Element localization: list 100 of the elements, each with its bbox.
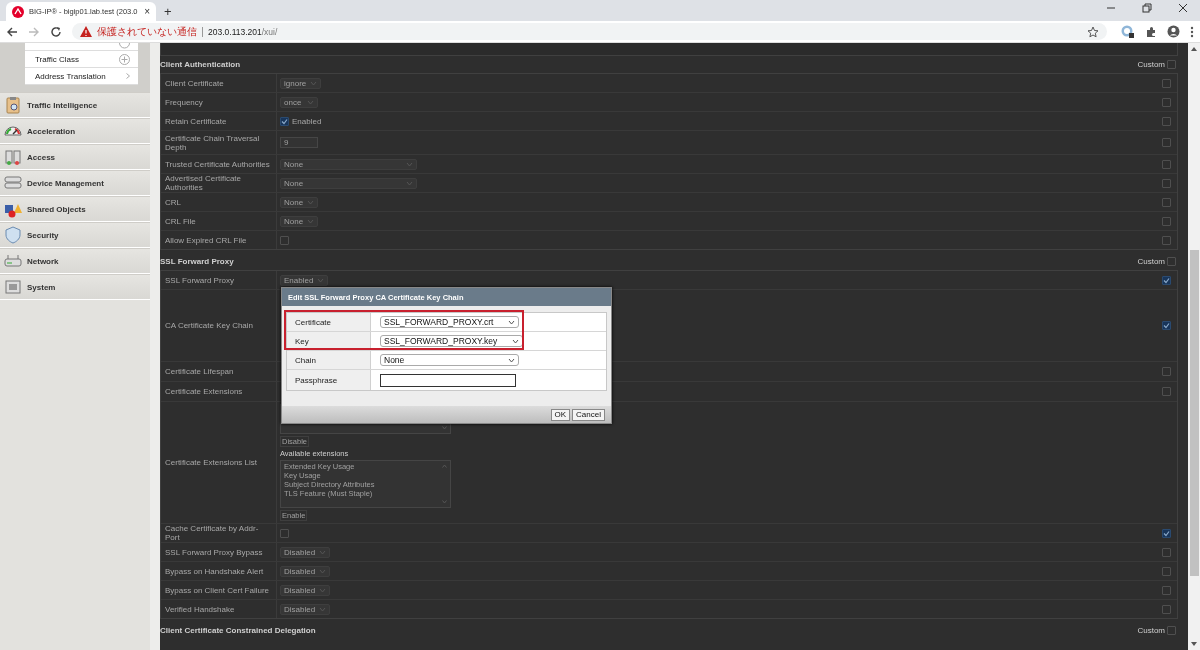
caret-icon (319, 568, 327, 574)
nav-item[interactable]: Device Management (0, 170, 150, 196)
back-icon[interactable] (6, 25, 18, 38)
custom-checkbox[interactable] (1161, 387, 1171, 396)
custom-checkbox[interactable] (1161, 97, 1171, 107)
field-label: Cache Certificate by Addr-Port (165, 524, 260, 542)
restore-icon[interactable] (1142, 3, 1152, 13)
custom-checkbox[interactable] (1161, 78, 1171, 88)
dialog-button[interactable]: Cancel (572, 408, 605, 421)
select-field[interactable]: None (280, 158, 417, 170)
field-label: Passphrase (287, 370, 371, 390)
select-field[interactable]: Disabled (280, 546, 331, 558)
close-tab-button[interactable]: × (144, 6, 150, 17)
router-icon (4, 252, 22, 270)
field-label: Certificate Chain Traversal Depth (165, 133, 261, 152)
logo-icon (12, 5, 24, 18)
scrollbar-thumb[interactable] (1189, 250, 1199, 576)
custom-checkbox[interactable] (1167, 60, 1176, 69)
section-title: SSL Forward Proxy (160, 257, 234, 266)
select-field[interactable]: None (280, 215, 319, 227)
dialog-button[interactable]: OK (550, 408, 571, 421)
custom-label: Custom (1137, 60, 1165, 69)
caret-icon (317, 277, 325, 283)
custom-label: Custom (1137, 257, 1165, 266)
custom-checkbox[interactable] (1161, 216, 1171, 226)
select-field[interactable]: SSL_FORWARD_PROXY.key (380, 335, 523, 347)
scroll-up-icon[interactable] (1191, 47, 1197, 51)
custom-checkbox[interactable] (1161, 321, 1171, 330)
custom-checkbox[interactable] (1161, 197, 1171, 207)
puzzle-icon[interactable] (1145, 25, 1157, 38)
address-bar[interactable]: 保護されていない通信 203.0.113.201/xui/ (72, 23, 1107, 40)
menu-icon[interactable] (1190, 25, 1194, 38)
field-label: Advertised Certificate Authorities (165, 174, 243, 192)
select-field[interactable]: Disabled (280, 584, 331, 596)
caret-icon (307, 199, 315, 205)
custom-checkbox[interactable] (1161, 547, 1171, 557)
custom-checkbox[interactable] (1161, 367, 1171, 376)
field-label: Allow Expired CRL File (165, 235, 247, 245)
url-text: 203.0.113.201/xui/ (208, 26, 278, 37)
forward-icon[interactable] (28, 25, 40, 38)
nav-item[interactable]: Access (0, 144, 150, 170)
custom-label: Custom (1137, 626, 1165, 635)
password-field[interactable] (380, 373, 516, 387)
select-field[interactable]: ignore (280, 77, 322, 89)
scroll-down-icon[interactable] (1191, 642, 1197, 646)
select-field[interactable]: Disabled (280, 603, 331, 615)
submenu-item[interactable]: Address Translation (25, 68, 138, 85)
caret-icon (406, 161, 413, 167)
section-title: Client Authentication (160, 60, 241, 69)
select-field[interactable]: None (280, 196, 319, 208)
custom-checkbox[interactable] (1161, 138, 1171, 147)
chevron-right-icon (126, 73, 130, 79)
checkbox[interactable] (280, 116, 289, 126)
select-field[interactable]: SSL_FORWARD_PROXY.crt (380, 316, 519, 328)
nav-item[interactable]: Security (0, 222, 150, 248)
custom-checkbox[interactable] (1161, 116, 1171, 126)
field-label: CRL File (165, 216, 196, 226)
custom-checkbox[interactable] (1161, 566, 1171, 576)
custom-checkbox[interactable] (1167, 626, 1176, 635)
shield-icon (4, 226, 22, 244)
nav-item[interactable]: Network (0, 248, 150, 274)
nav-item[interactable]: System (0, 274, 150, 300)
custom-checkbox[interactable] (1161, 178, 1171, 188)
section-title: Client Certificate Constrained Delegation (160, 626, 316, 635)
server-icon (4, 174, 22, 192)
custom-checkbox[interactable] (1161, 235, 1171, 245)
checkbox[interactable] (280, 528, 289, 538)
close-icon[interactable] (1178, 3, 1188, 13)
custom-checkbox[interactable] (1161, 528, 1171, 538)
nav-item[interactable]: Acceleration (0, 118, 150, 144)
select-field[interactable]: None (280, 177, 417, 189)
scroll-arrows-icon (442, 464, 447, 504)
warning-icon (80, 26, 92, 37)
select-field[interactable]: Disabled (280, 565, 331, 577)
new-tab-button[interactable]: + (164, 4, 172, 19)
scrollbar[interactable] (1188, 43, 1200, 650)
field-label: Client Certificate (165, 78, 224, 88)
checkbox[interactable] (280, 235, 289, 245)
caret-icon (319, 587, 327, 593)
caret-icon (406, 180, 413, 186)
caret-icon (508, 357, 515, 363)
select-field[interactable]: once (280, 96, 318, 108)
caret-icon (310, 80, 318, 86)
custom-checkbox[interactable] (1167, 257, 1176, 266)
reload-icon[interactable] (50, 25, 62, 38)
select-field[interactable]: None (380, 354, 519, 366)
field-label: Bypass on Handshake Alert (165, 566, 264, 576)
custom-checkbox[interactable] (1161, 585, 1171, 595)
profile-icon[interactable] (1167, 25, 1180, 38)
custom-checkbox[interactable] (1161, 159, 1171, 169)
custom-checkbox[interactable] (1161, 604, 1171, 614)
text-field[interactable]: 9 (280, 137, 318, 148)
field-label: Certificate Extensions List (165, 458, 258, 467)
nav-item[interactable]: Shared Objects (0, 196, 150, 222)
custom-checkbox[interactable] (1161, 275, 1171, 285)
select-field[interactable]: Enabled (280, 274, 329, 286)
extension-lock-icon[interactable] (1121, 24, 1135, 39)
submenu-item[interactable]: Traffic Class (25, 51, 138, 68)
star-icon[interactable] (1087, 25, 1099, 38)
nav-item[interactable]: Traffic Intelligence (0, 92, 150, 118)
